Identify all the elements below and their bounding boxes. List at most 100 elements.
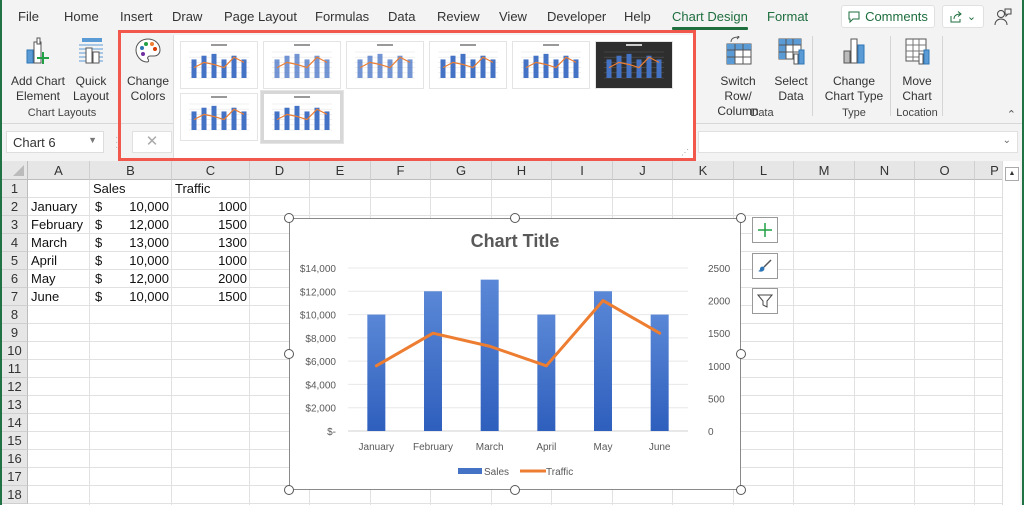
collapse-ribbon-icon[interactable]: ⌃ <box>1007 108 1016 121</box>
column-header-c[interactable]: C <box>172 161 250 180</box>
cell-c2[interactable]: 1000 <box>175 198 247 216</box>
cell-c3[interactable]: 1500 <box>175 216 247 234</box>
vertical-scrollbar[interactable]: ▲ <box>1002 161 1020 505</box>
resize-handle-top[interactable] <box>510 213 520 223</box>
tab-data[interactable]: Data <box>388 9 415 24</box>
select-data-button[interactable]: Select Data <box>770 36 812 104</box>
row-header-10[interactable]: 10 <box>2 342 28 360</box>
chart-object[interactable]: Chart Title $- $2,000 $4,000 $6,000 $8,000 $1… <box>289 218 741 490</box>
tab-formulas[interactable]: Formulas <box>315 9 369 24</box>
cell-b6[interactable]: 12,000 <box>93 270 169 288</box>
row-header-14[interactable]: 14 <box>2 414 28 432</box>
row-header-2[interactable]: 2 <box>2 198 28 216</box>
row-header-7[interactable]: 7 <box>2 288 28 306</box>
resize-handle-bottom-right[interactable] <box>736 485 746 495</box>
column-header-h[interactable]: H <box>492 161 552 180</box>
chart-style-thumbnail[interactable] <box>512 41 590 89</box>
resize-handle-bottom[interactable] <box>510 485 520 495</box>
row-header-4[interactable]: 4 <box>2 234 28 252</box>
cell-c5[interactable]: 1000 <box>175 252 247 270</box>
chart-style-thumbnail[interactable] <box>429 41 507 89</box>
cell-b4[interactable]: 13,000 <box>93 234 169 252</box>
scroll-up-icon[interactable]: ▲ <box>1005 167 1019 181</box>
column-header-b[interactable]: B <box>90 161 172 180</box>
cell-a2[interactable]: January <box>31 198 87 216</box>
name-box[interactable]: Chart 6 ▼ <box>6 131 104 153</box>
chart-style-thumbnail[interactable] <box>180 93 258 141</box>
cell-a7[interactable]: June <box>31 288 87 306</box>
row-header-1[interactable]: 1 <box>2 180 28 198</box>
resize-handle-left[interactable] <box>284 349 294 359</box>
resize-handle-right[interactable] <box>736 349 746 359</box>
resize-handle-bottom-left[interactable] <box>284 485 294 495</box>
row-header-11[interactable]: 11 <box>2 360 28 378</box>
cell-b5[interactable]: 10,000 <box>93 252 169 270</box>
chart-filters-button[interactable] <box>752 288 778 314</box>
chart-elements-button[interactable] <box>752 217 778 243</box>
cell-a4[interactable]: March <box>31 234 87 252</box>
column-header-m[interactable]: M <box>794 161 855 180</box>
row-header-6[interactable]: 6 <box>2 270 28 288</box>
column-header-d[interactable]: D <box>250 161 310 180</box>
cancel-icon[interactable]: ✕ <box>132 131 172 153</box>
tab-developer[interactable]: Developer <box>547 9 606 24</box>
expand-formula-icon[interactable]: ⌄ <box>1003 135 1011 146</box>
row-header-15[interactable]: 15 <box>2 432 28 450</box>
row-header-16[interactable]: 16 <box>2 450 28 468</box>
row-header-12[interactable]: 12 <box>2 378 28 396</box>
comments-button[interactable]: Comments <box>841 5 935 28</box>
change-colors-button[interactable]: Change Colors <box>124 36 172 104</box>
tab-review[interactable]: Review <box>437 9 480 24</box>
cell-c1[interactable]: Traffic <box>175 180 247 198</box>
row-header-9[interactable]: 9 <box>2 324 28 342</box>
cell-a5[interactable]: April <box>31 252 87 270</box>
add-chart-element-button[interactable]: Add Chart Element <box>8 36 68 104</box>
column-header-k[interactable]: K <box>673 161 734 180</box>
chart-style-thumbnail[interactable] <box>263 41 341 89</box>
row-header-8[interactable]: 8 <box>2 306 28 324</box>
chart-style-thumbnail[interactable] <box>346 41 424 89</box>
coauthoring-button[interactable] <box>992 6 1014 28</box>
row-header-3[interactable]: 3 <box>2 216 28 234</box>
cell-c7[interactable]: 1500 <box>175 288 247 306</box>
resize-handle-top-left[interactable] <box>284 213 294 223</box>
change-chart-type-button[interactable]: Change Chart Type <box>822 36 886 104</box>
cell-b2[interactable]: 10,000 <box>93 198 169 216</box>
tab-format[interactable]: Format <box>767 9 808 24</box>
column-header-a[interactable]: A <box>28 161 90 180</box>
chart-style-thumbnail[interactable] <box>595 41 673 89</box>
cell-a6[interactable]: May <box>31 270 87 288</box>
tab-view[interactable]: View <box>499 9 527 24</box>
select-all-button[interactable] <box>2 161 28 180</box>
column-header-j[interactable]: J <box>613 161 673 180</box>
column-header-f[interactable]: F <box>371 161 431 180</box>
resize-handle-top-right[interactable] <box>736 213 746 223</box>
column-header-g[interactable]: G <box>431 161 492 180</box>
cell-a3[interactable]: February <box>31 216 87 234</box>
column-header-e[interactable]: E <box>310 161 371 180</box>
tab-home[interactable]: Home <box>64 9 99 24</box>
tab-page-layout[interactable]: Page Layout <box>224 9 297 24</box>
gallery-resize-grip[interactable]: ⋰ <box>681 148 689 157</box>
row-header-18[interactable]: 18 <box>2 486 28 504</box>
cell-b1[interactable]: Sales <box>93 180 169 198</box>
drag-handle-icon[interactable]: · · · <box>115 133 118 153</box>
tab-help[interactable]: Help <box>624 9 651 24</box>
column-header-o[interactable]: O <box>915 161 975 180</box>
tab-chart-design[interactable]: Chart Design <box>672 9 748 30</box>
chart-style-thumbnail[interactable] <box>180 41 258 89</box>
tab-file[interactable]: File <box>18 9 39 24</box>
row-header-13[interactable]: 13 <box>2 396 28 414</box>
column-header-i[interactable]: I <box>552 161 613 180</box>
cell-c4[interactable]: 1300 <box>175 234 247 252</box>
quick-layout-button[interactable]: Quick Layout <box>66 36 116 104</box>
chart-style-thumbnail[interactable] <box>260 90 344 144</box>
share-button[interactable]: ⌄ <box>942 5 984 28</box>
move-chart-button[interactable]: Move Chart <box>895 36 939 104</box>
column-header-p[interactable]: P <box>975 161 1002 180</box>
tab-insert[interactable]: Insert <box>120 9 153 24</box>
cell-b3[interactable]: 12,000 <box>93 216 169 234</box>
row-header-5[interactable]: 5 <box>2 252 28 270</box>
row-header-17[interactable]: 17 <box>2 468 28 486</box>
column-header-n[interactable]: N <box>855 161 915 180</box>
